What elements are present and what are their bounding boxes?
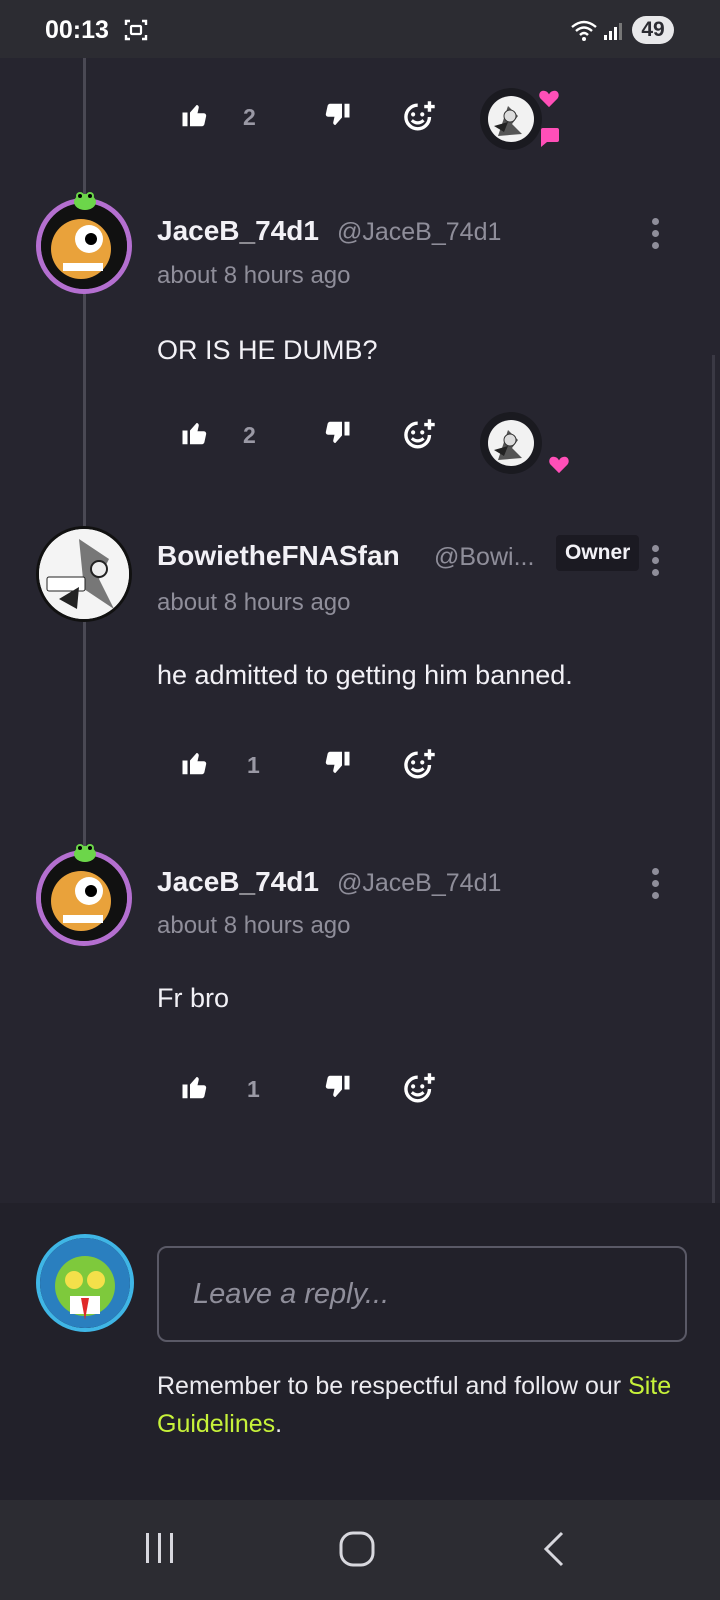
status-bar: 00:13 49 bbox=[0, 0, 720, 58]
comment-username[interactable]: JaceB_74d1 bbox=[157, 215, 319, 247]
comment-actions: 1 bbox=[0, 748, 720, 788]
signal-icon bbox=[604, 23, 622, 40]
comment-username[interactable]: BowietheFNASfan bbox=[157, 540, 400, 572]
thumbs-down-icon bbox=[325, 421, 350, 443]
comment-reaction-icon bbox=[541, 128, 559, 147]
reaction-bubble[interactable] bbox=[480, 88, 542, 150]
navigation-bar bbox=[0, 1500, 720, 1600]
frog-badge-icon bbox=[74, 844, 96, 862]
guidelines-text: Remember to be respectful and follow our bbox=[157, 1372, 629, 1400]
reaction-bubble[interactable] bbox=[480, 412, 542, 474]
thumbs-up-icon bbox=[182, 423, 207, 445]
like-count: 1 bbox=[247, 1076, 260, 1102]
thumbs-down-icon bbox=[325, 751, 350, 773]
battery-indicator: 49 bbox=[632, 16, 674, 44]
thumbs-up-icon bbox=[182, 753, 207, 775]
dislike-button[interactable] bbox=[322, 418, 352, 448]
thumbs-up-icon bbox=[182, 105, 207, 127]
comment-text: he admitted to getting him banned. bbox=[157, 660, 573, 690]
add-reaction-button[interactable] bbox=[402, 748, 436, 782]
previous-comment-actions: 2 bbox=[0, 100, 720, 140]
heart-reaction-icon bbox=[539, 90, 559, 108]
owner-badge: Owner bbox=[556, 535, 640, 571]
like-button[interactable] bbox=[180, 418, 210, 448]
screen-record-icon bbox=[124, 19, 148, 41]
comment-text: Fr bro bbox=[157, 983, 230, 1013]
like-button[interactable] bbox=[180, 748, 210, 778]
comment-actions: 2 bbox=[0, 418, 720, 458]
comment-text: OR IS HE DUMB? bbox=[157, 335, 378, 365]
comment-handle[interactable]: @JaceB_74d1 bbox=[337, 869, 501, 898]
home-icon[interactable] bbox=[338, 1530, 376, 1568]
more-options-icon[interactable] bbox=[651, 218, 661, 252]
like-count: 2 bbox=[243, 104, 256, 130]
add-reaction-icon bbox=[404, 749, 435, 779]
guidelines-notice: Remember to be respectful and follow our… bbox=[157, 1367, 677, 1443]
more-options-icon[interactable] bbox=[651, 545, 661, 579]
like-count: 2 bbox=[243, 422, 256, 448]
add-reaction-button[interactable] bbox=[402, 418, 436, 452]
reply-section: Remember to be respectful and follow our… bbox=[0, 1203, 720, 1500]
thumbs-up-icon bbox=[182, 1077, 207, 1099]
frog-badge-icon bbox=[74, 192, 96, 210]
add-reaction-button[interactable] bbox=[402, 1072, 436, 1106]
guidelines-period: . bbox=[275, 1410, 283, 1438]
dislike-button[interactable] bbox=[322, 748, 352, 778]
add-reaction-icon bbox=[404, 419, 435, 449]
comment-handle[interactable]: @Bowi... bbox=[434, 543, 534, 572]
comment-actions: 1 bbox=[0, 1072, 720, 1112]
avatar[interactable] bbox=[36, 526, 132, 622]
thumbs-down-icon bbox=[325, 1075, 350, 1097]
reaction-avatar bbox=[488, 96, 534, 142]
status-time: 00:13 bbox=[45, 16, 109, 44]
wifi-icon bbox=[571, 20, 597, 41]
heart-reaction-icon bbox=[549, 456, 569, 474]
back-icon[interactable] bbox=[540, 1530, 570, 1568]
avatar[interactable] bbox=[36, 850, 132, 946]
more-options-icon[interactable] bbox=[651, 868, 661, 902]
add-reaction-icon bbox=[404, 101, 435, 131]
reply-input[interactable] bbox=[157, 1246, 687, 1342]
dislike-button[interactable] bbox=[322, 100, 352, 130]
comment-username[interactable]: JaceB_74d1 bbox=[157, 866, 319, 898]
add-reaction-icon bbox=[404, 1073, 435, 1103]
comment-timestamp: about 8 hours ago bbox=[157, 262, 351, 289]
comment-timestamp: about 8 hours ago bbox=[157, 589, 351, 616]
add-reaction-button[interactable] bbox=[402, 100, 436, 134]
like-count: 1 bbox=[247, 752, 260, 778]
comment-timestamp: about 8 hours ago bbox=[157, 912, 351, 939]
recent-apps-icon[interactable] bbox=[143, 1530, 177, 1566]
comment-handle[interactable]: @JaceB_74d1 bbox=[337, 218, 501, 247]
thumbs-down-icon bbox=[325, 103, 350, 125]
avatar[interactable] bbox=[36, 198, 132, 294]
dislike-button[interactable] bbox=[322, 1072, 352, 1102]
reaction-avatar bbox=[488, 420, 534, 466]
like-button[interactable] bbox=[180, 100, 210, 130]
current-user-avatar[interactable] bbox=[36, 1234, 134, 1332]
like-button[interactable] bbox=[180, 1072, 210, 1102]
